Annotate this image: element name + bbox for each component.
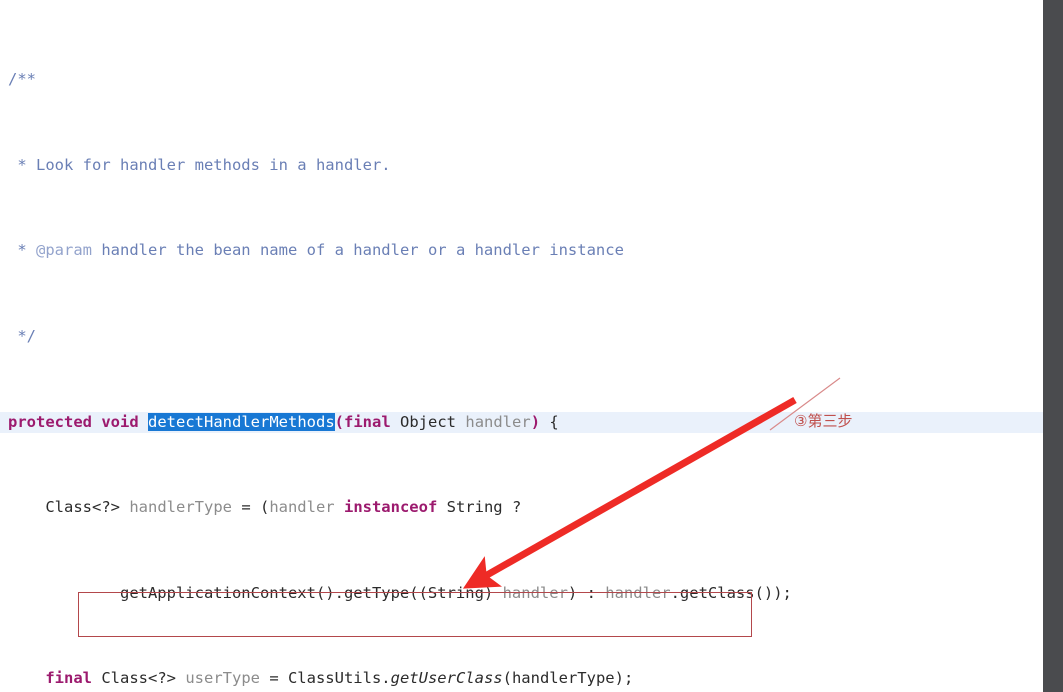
code-editor-view: /** * Look for handler methods in a hand… [0, 0, 1063, 692]
code-line[interactable]: final Class<?> userType = ClassUtils.get… [0, 668, 1043, 689]
code-scroll-surface[interactable]: /** * Look for handler methods in a hand… [0, 0, 1043, 692]
code-line-current[interactable]: protected void detectHandlerMethods(fina… [0, 411, 1043, 434]
step-annotation-label: ③第三步 [794, 412, 853, 430]
keyword-final: final [45, 669, 92, 688]
paren: ) [530, 412, 541, 431]
param-handler: handler [465, 412, 531, 431]
javadoc-open: /** [8, 70, 36, 89]
code-line[interactable]: * @param handler the bean name of a hand… [0, 240, 1043, 261]
javadoc-param-tag: @param [36, 241, 92, 260]
code-line[interactable]: */ [0, 326, 1043, 347]
paren: ( [334, 412, 344, 431]
javadoc-text: * Look for handler methods in a handler. [8, 155, 391, 174]
keyword-final: final [344, 412, 391, 431]
var-handler: handler [502, 583, 568, 602]
code-line[interactable]: /** [0, 69, 1043, 90]
code-line[interactable]: * Look for handler methods in a handler. [0, 155, 1043, 176]
keyword-void: void [101, 412, 139, 431]
static-method-getUserClass: getUserClass [390, 669, 503, 688]
var-handler: handler [269, 498, 335, 517]
code-line[interactable]: Class<?> handlerType = (handler instance… [0, 497, 1043, 518]
type-object: Object [400, 412, 457, 431]
var-handlerType: handlerType [129, 498, 232, 517]
var-handler: handler [605, 583, 671, 602]
editor-right-gutter[interactable] [1043, 0, 1063, 692]
javadoc-text: handler the bean name of a handler or a … [92, 241, 624, 260]
keyword-instanceof: instanceof [343, 498, 438, 517]
javadoc-text: * [8, 241, 36, 260]
javadoc-close: */ [8, 327, 36, 346]
keyword-protected: protected [8, 412, 92, 431]
var-userType: userType [185, 669, 260, 688]
code-line[interactable]: getApplicationContext().getType((String)… [0, 583, 1043, 604]
selected-method-name[interactable]: detectHandlerMethods [148, 412, 335, 431]
source-code-block[interactable]: /** * Look for handler methods in a hand… [0, 5, 1043, 692]
